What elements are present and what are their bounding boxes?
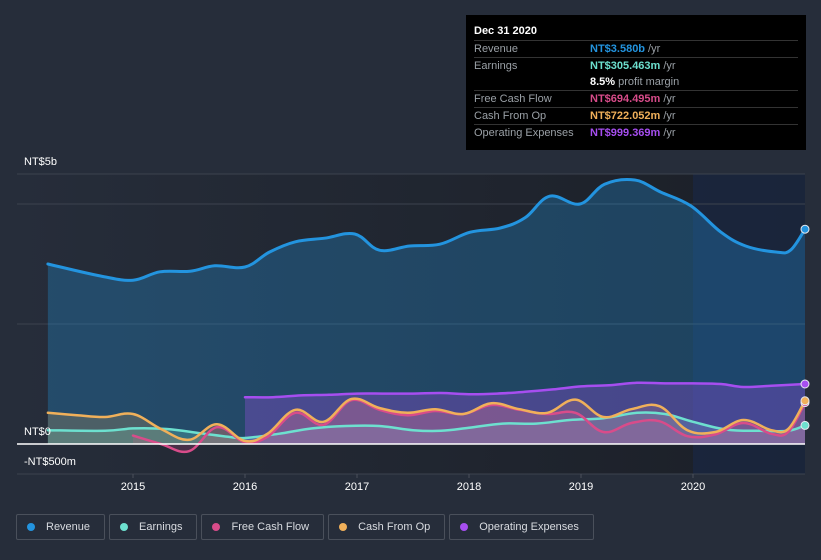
- y-tick-label-negative: -NT$500m: [24, 456, 76, 468]
- legend-label: Free Cash Flow: [231, 521, 310, 533]
- legend-dot-icon: [339, 523, 348, 531]
- y-tick-label-zero: NT$0: [24, 426, 51, 438]
- tooltip-value: NT$3.580b: [590, 43, 646, 55]
- x-tick-label-2015: 2015: [120, 481, 146, 493]
- x-tick-label-2017: 2017: [344, 481, 370, 493]
- legend-item-cash-from-op[interactable]: Cash From Op: [328, 514, 446, 540]
- tooltip-row-revenue: Revenue NT$3.580b /yr: [474, 40, 798, 57]
- tooltip-unit: /yr: [663, 110, 676, 122]
- tooltip-label: Earnings: [474, 60, 518, 72]
- legend-item-revenue[interactable]: Revenue: [16, 514, 106, 540]
- x-tick-label-2016: 2016: [232, 481, 258, 493]
- y-tick-label-top: NT$5b: [24, 156, 58, 168]
- tooltip-label: Operating Expenses: [474, 127, 574, 139]
- tooltip-date: Dec 31 2020: [474, 25, 537, 37]
- tooltip-row-cash-from-op: Cash From Op NT$722.052m /yr: [474, 107, 798, 124]
- cash-from-op-endpoint: [800, 396, 810, 406]
- legend-label: Operating Expenses: [479, 521, 579, 533]
- tooltip-label: Cash From Op: [474, 110, 547, 122]
- legend-label: Earnings: [139, 521, 183, 533]
- legend-label: Revenue: [46, 521, 91, 533]
- tooltip-value: NT$694.495m: [590, 93, 661, 105]
- legend-dot-icon: [212, 523, 221, 531]
- earnings-endpoint: [800, 420, 810, 430]
- tooltip-row-operating-expenses: Operating Expenses NT$999.369m /yr: [474, 124, 798, 141]
- tooltip-row-profit-margin: 8.5% profit margin: [474, 74, 798, 90]
- tooltip-unit: /yr: [663, 93, 676, 105]
- x-tick-label-2018: 2018: [456, 481, 482, 493]
- x-tick-label-2020: 2020: [680, 481, 706, 493]
- tooltip-label: [474, 74, 590, 90]
- tooltip-row-free-cash-flow: Free Cash Flow NT$694.495m /yr: [474, 90, 798, 107]
- legend-label: Cash From Op: [358, 521, 431, 533]
- tooltip-row-earnings: Earnings NT$305.463m /yr: [474, 57, 798, 74]
- x-tick-label-2019: 2019: [568, 481, 594, 493]
- tooltip-label: Revenue: [474, 43, 519, 55]
- tooltip-label: Free Cash Flow: [474, 93, 552, 105]
- legend: Revenue Earnings Free Cash Flow Cash Fro…: [16, 514, 594, 540]
- legend-item-operating-expenses[interactable]: Operating Expenses: [449, 514, 594, 540]
- tooltip-unit: /yr: [648, 43, 661, 55]
- tooltip: Dec 31 2020 Revenue NT$3.580b /yr Earnin…: [466, 15, 806, 150]
- tooltip-unit: /yr: [663, 60, 676, 72]
- tooltip-value: NT$722.052m: [590, 110, 661, 122]
- tooltip-value: 8.5%: [590, 76, 616, 88]
- legend-dot-icon: [27, 523, 35, 531]
- revenue-endpoint: [800, 224, 810, 234]
- legend-item-earnings[interactable]: Earnings: [109, 514, 198, 540]
- tooltip-unit: profit margin: [618, 76, 680, 88]
- tooltip-unit: /yr: [663, 127, 676, 139]
- legend-dot-icon: [120, 523, 129, 531]
- tooltip-value: NT$305.463m: [590, 60, 661, 72]
- legend-item-free-cash-flow[interactable]: Free Cash Flow: [201, 514, 325, 540]
- tooltip-value: NT$999.369m: [590, 127, 661, 139]
- operating-expenses-endpoint: [800, 379, 810, 389]
- legend-dot-icon: [460, 523, 469, 531]
